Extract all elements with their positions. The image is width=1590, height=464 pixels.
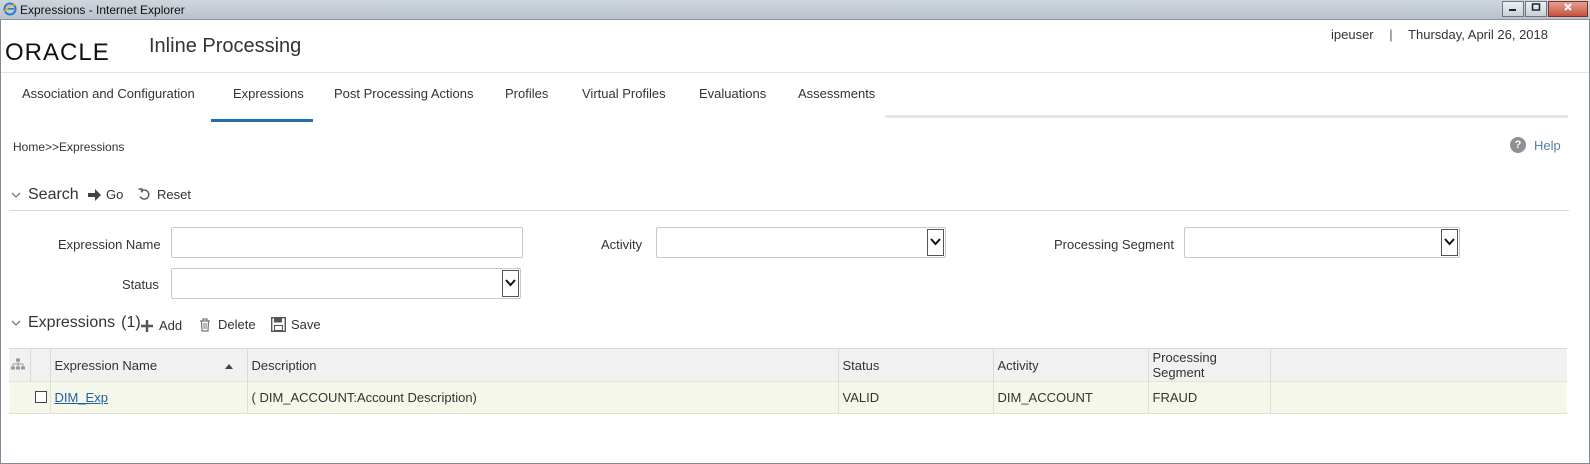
- column-header-label: Expression Name: [54, 357, 158, 373]
- processing-segment-label: Processing Segment: [1054, 237, 1174, 252]
- maximize-icon: [1531, 3, 1541, 11]
- processing-segment-cell: FRAUD: [1148, 381, 1271, 414]
- reset-icon: [138, 188, 150, 200]
- window-controls: [1501, 1, 1588, 17]
- search-title: Search: [28, 186, 79, 203]
- column-header-status[interactable]: Status: [838, 348, 994, 382]
- status-dropdown-button[interactable]: [502, 270, 519, 297]
- expression-name-input[interactable]: [171, 227, 523, 258]
- minimize-icon: [1509, 9, 1516, 11]
- filler-cell: [1270, 381, 1567, 414]
- nav-rule: [885, 115, 1568, 118]
- tab-association-and-configuration[interactable]: Association and Configuration: [22, 86, 195, 101]
- maximize-button[interactable]: [1525, 1, 1547, 17]
- trash-icon: [200, 317, 210, 332]
- app-title: Inline Processing: [149, 35, 302, 57]
- column-header-activity[interactable]: Activity: [993, 348, 1149, 382]
- activity-dropdown-button[interactable]: [927, 229, 944, 256]
- window-title-bar: Expressions - Internet Explorer: [0, 0, 1590, 20]
- save-icon: [271, 317, 286, 332]
- sort-ascending-icon[interactable]: [224, 364, 233, 369]
- row-checkbox-cell: [30, 381, 51, 414]
- activity-cell: DIM_ACCOUNT: [993, 381, 1149, 414]
- breadcrumb-current: Expressions: [59, 140, 125, 154]
- reset-label: Reset: [157, 187, 191, 202]
- tab-evaluations[interactable]: Evaluations: [699, 86, 766, 101]
- chevron-down-icon[interactable]: [11, 190, 21, 200]
- help-link[interactable]: ? Help: [1510, 137, 1561, 153]
- column-header-processing-segment[interactable]: Processing Segment: [1148, 348, 1271, 382]
- column-header-label: Activity: [997, 357, 1039, 373]
- help-icon: ?: [1510, 137, 1526, 153]
- hierarchy-header[interactable]: [9, 348, 31, 382]
- row-hierarchy-cell: [9, 381, 30, 414]
- column-header-label: Description: [251, 357, 317, 373]
- delete-label: Delete: [218, 317, 256, 332]
- user-name[interactable]: ipeuser: [1331, 27, 1374, 42]
- oracle-logo: ORACLE: [5, 40, 110, 62]
- arrow-right-icon: [88, 188, 101, 201]
- save-label: Save: [291, 317, 321, 332]
- tab-profiles[interactable]: Profiles: [505, 86, 548, 101]
- processing-segment-select[interactable]: [1184, 227, 1460, 258]
- status-label: Status: [122, 277, 159, 292]
- tab-post-processing-actions[interactable]: Post Processing Actions: [334, 86, 473, 101]
- activity-label: Activity: [601, 237, 643, 252]
- expression-name-link[interactable]: DIM_Exp: [55, 390, 108, 405]
- expression-name-cell: DIM_Exp: [50, 381, 248, 414]
- chevron-down-icon: [930, 238, 941, 246]
- current-date: Thursday, April 26, 2018: [1408, 27, 1548, 42]
- column-header-label: Processing Segment: [1152, 350, 1217, 380]
- tab-assessments[interactable]: Assessments: [798, 86, 875, 101]
- close-icon: [1564, 3, 1572, 11]
- tab-expressions[interactable]: Expressions: [233, 86, 304, 101]
- tab-virtual-profiles[interactable]: Virtual Profiles: [582, 86, 666, 101]
- expression-name-label: Expression Name: [58, 237, 161, 252]
- minimize-button[interactable]: [1502, 1, 1524, 17]
- filler-header: [1270, 348, 1567, 382]
- chevron-down-icon[interactable]: [11, 318, 21, 328]
- go-label: Go: [106, 187, 124, 202]
- header-separator: |: [1389, 27, 1393, 42]
- processing-segment-dropdown-button[interactable]: [1441, 229, 1458, 256]
- delete-button[interactable]: Delete: [199, 317, 256, 332]
- column-header-label: Status: [842, 357, 880, 373]
- select-all-header: [30, 348, 51, 382]
- breadcrumb: Home>>Expressions: [13, 140, 124, 154]
- column-header-description[interactable]: Description: [247, 348, 839, 382]
- window-title: Expressions - Internet Explorer: [20, 3, 185, 17]
- add-label: Add: [159, 318, 183, 333]
- add-button[interactable]: Add: [141, 318, 182, 333]
- table-row[interactable]: DIM_Exp ( DIM_ACCOUNT:Account Descriptio…: [9, 381, 1567, 414]
- search-section-header: Search: [11, 186, 79, 204]
- chevron-down-icon: [1444, 238, 1455, 246]
- plus-icon: [141, 319, 153, 332]
- status-select[interactable]: [171, 268, 521, 299]
- close-button[interactable]: [1548, 1, 1588, 17]
- reset-button[interactable]: Reset: [138, 187, 191, 202]
- column-header-expression-name[interactable]: Expression Name: [50, 348, 248, 382]
- activity-select[interactable]: [656, 227, 946, 258]
- active-tab-indicator: [211, 119, 313, 122]
- internet-explorer-icon: [3, 2, 17, 16]
- expressions-section-header: Expressions (1): [11, 314, 141, 332]
- search-divider: [9, 210, 1569, 211]
- svg-text:ORACLE: ORACLE: [5, 40, 110, 62]
- chevron-down-icon: [505, 279, 516, 287]
- breadcrumb-home[interactable]: Home: [13, 140, 45, 154]
- hierarchy-icon: [11, 358, 25, 369]
- table-header-row: Expression Name Description Status Activ…: [9, 348, 1567, 382]
- expressions-table: Expression Name Description Status Activ…: [9, 348, 1567, 414]
- go-button[interactable]: Go: [88, 187, 123, 202]
- help-label: Help: [1534, 137, 1561, 153]
- expressions-title: Expressions: [28, 314, 116, 331]
- row-checkbox[interactable]: [35, 390, 47, 403]
- description-cell: ( DIM_ACCOUNT:Account Description): [247, 381, 839, 414]
- breadcrumb-separator: >>: [45, 140, 60, 154]
- save-button[interactable]: Save: [271, 317, 321, 332]
- user-info: ipeuser | Thursday, April 26, 2018: [1331, 27, 1548, 42]
- status-cell: VALID: [838, 381, 994, 414]
- expressions-count: (1): [121, 314, 141, 331]
